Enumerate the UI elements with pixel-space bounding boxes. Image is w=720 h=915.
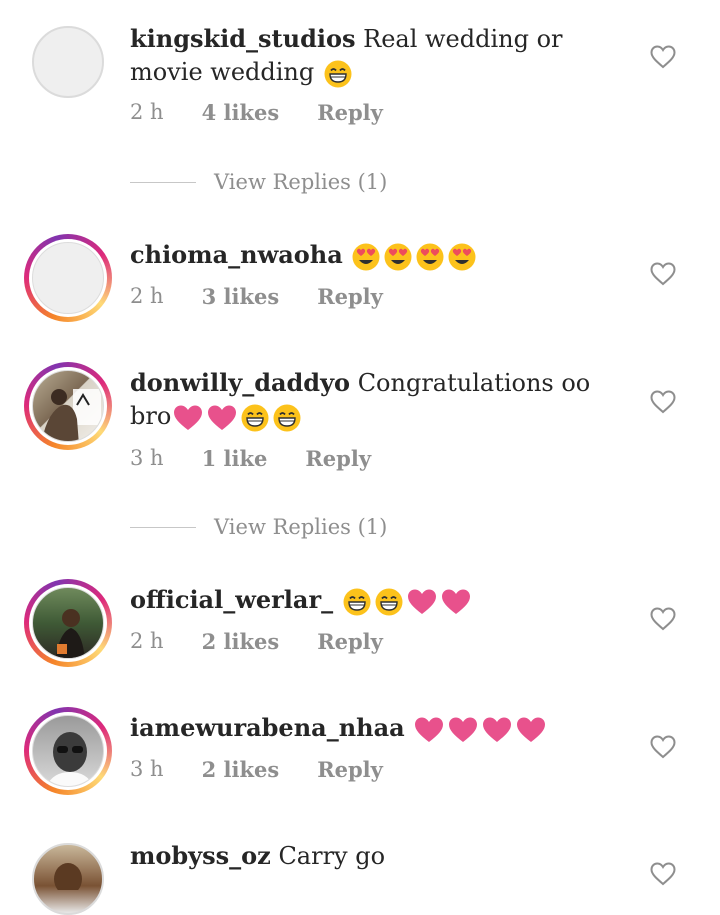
pink-heart-emoji-icon — [448, 716, 478, 744]
like-heart-icon[interactable] — [650, 735, 676, 759]
comment-username[interactable]: iamewurabena_nhaa — [130, 713, 405, 742]
comment-text: iamewurabena_nhaa — [130, 711, 600, 745]
view-replies-label[interactable]: View Replies (1) — [214, 170, 387, 194]
avatar-ring-gap — [29, 367, 107, 445]
avatar[interactable] — [24, 234, 112, 322]
divider — [130, 181, 196, 183]
comment-likes[interactable]: 4 likes — [202, 100, 280, 125]
heart-eyes-emoji-icon — [351, 242, 381, 272]
grin-emoji-icon — [240, 403, 270, 433]
pink-heart-emoji-icon — [441, 588, 471, 616]
comment-username[interactable]: mobyss_oz — [130, 841, 271, 870]
comment-text: kingskid_studios Real wedding or movie w… — [130, 22, 600, 89]
avatar[interactable] — [32, 843, 104, 915]
comment-meta: 2 h 4 likes Reply — [130, 100, 421, 125]
comment-time: 2 h — [130, 629, 164, 653]
comment-likes[interactable]: 1 like — [202, 446, 268, 471]
avatar-ring-gap — [29, 712, 107, 790]
comment-time: 2 h — [130, 284, 164, 308]
view-replies-link[interactable]: View Replies (1) — [130, 170, 387, 194]
view-replies-label[interactable]: View Replies (1) — [214, 515, 387, 539]
comment-username[interactable]: kingskid_studios — [130, 24, 355, 53]
reply-button[interactable]: Reply — [305, 446, 371, 471]
grin-emoji-icon — [272, 403, 302, 433]
grin-emoji-icon — [342, 587, 372, 617]
avatar-photo-icon — [46, 732, 94, 786]
pink-heart-emoji-icon — [414, 716, 444, 744]
comment-meta: 2 h 2 likes Reply — [130, 629, 421, 654]
comment-username[interactable]: chioma_nwaoha — [130, 240, 343, 269]
avatar-image — [32, 242, 104, 314]
comment-meta: 2 h 3 likes Reply — [130, 284, 421, 309]
pink-heart-emoji-icon — [173, 404, 203, 432]
divider — [130, 526, 196, 528]
like-heart-icon[interactable] — [650, 607, 676, 631]
comment-time: 3 h — [130, 446, 164, 470]
avatar-photo-icon — [55, 609, 85, 658]
like-heart-icon[interactable] — [650, 862, 676, 886]
comment-time: 2 h — [130, 100, 164, 124]
avatar[interactable] — [24, 579, 112, 667]
comment-text: donwilly_daddyo Congratulations oo bro — [130, 366, 600, 433]
pink-heart-emoji-icon — [482, 716, 512, 744]
view-replies-link[interactable]: View Replies (1) — [130, 515, 387, 539]
comment-meta: 3 h 1 like Reply — [130, 446, 409, 471]
reply-button[interactable]: Reply — [317, 629, 383, 654]
reply-button[interactable]: Reply — [317, 757, 383, 782]
comment-username[interactable]: official_werlar_ — [130, 585, 333, 614]
heart-eyes-emoji-icon — [383, 242, 413, 272]
avatar-ring-gap — [29, 239, 107, 317]
comment-likes[interactable]: 2 likes — [202, 629, 280, 654]
avatar-photo-icon — [54, 863, 82, 890]
avatar[interactable] — [24, 362, 112, 450]
avatar-image — [32, 715, 104, 787]
heart-eyes-emoji-icon — [415, 242, 445, 272]
pink-heart-emoji-icon — [407, 588, 437, 616]
reply-button[interactable]: Reply — [317, 284, 383, 309]
avatar-photo-icon — [41, 389, 101, 441]
comment-text: chioma_nwaoha — [130, 238, 600, 272]
pink-heart-emoji-icon — [516, 716, 546, 744]
grin-emoji-icon — [323, 59, 353, 89]
comment-likes[interactable]: 2 likes — [202, 757, 280, 782]
comment-body: Carry go — [278, 842, 386, 870]
grin-emoji-icon — [374, 587, 404, 617]
heart-eyes-emoji-icon — [447, 242, 477, 272]
pink-heart-emoji-icon — [207, 404, 237, 432]
like-heart-icon[interactable] — [650, 390, 676, 414]
comment-text: official_werlar_ — [130, 583, 600, 617]
comment-time: 3 h — [130, 757, 164, 781]
avatar-image — [32, 370, 104, 442]
comment-username[interactable]: donwilly_daddyo — [130, 368, 350, 397]
avatar[interactable] — [24, 707, 112, 795]
avatar-image — [32, 587, 104, 659]
avatar-ring-gap — [29, 584, 107, 662]
avatar[interactable] — [32, 26, 104, 98]
like-heart-icon[interactable] — [650, 45, 676, 69]
reply-button[interactable]: Reply — [317, 100, 383, 125]
comment-likes[interactable]: 3 likes — [202, 284, 280, 309]
comment-text: mobyss_oz Carry go — [130, 839, 600, 873]
like-heart-icon[interactable] — [650, 262, 676, 286]
comment-meta: 3 h 2 likes Reply — [130, 757, 421, 782]
